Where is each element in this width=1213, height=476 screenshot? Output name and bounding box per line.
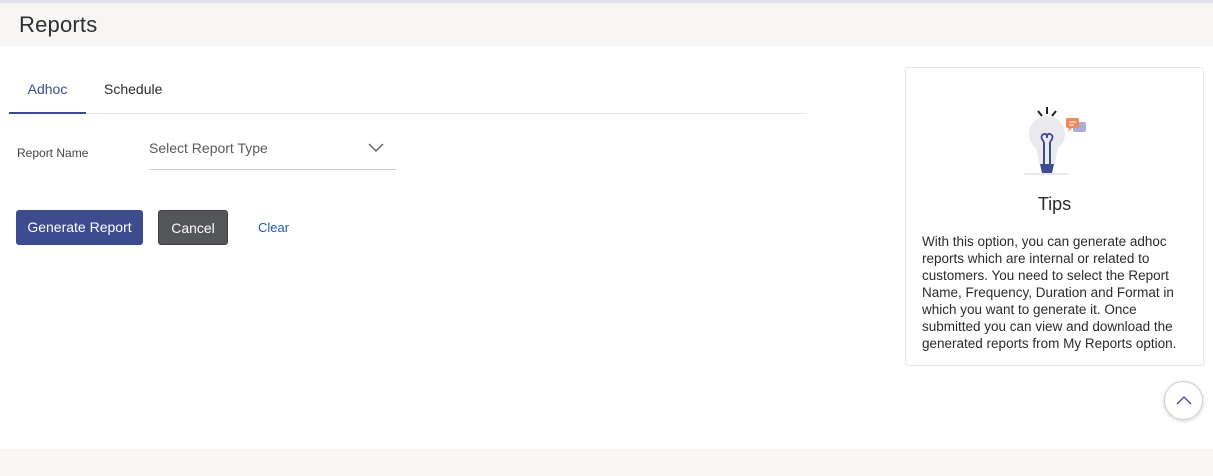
tips-card: Tips With this option, you can generate … bbox=[905, 67, 1204, 366]
tab-bar: Adhoc Schedule bbox=[9, 76, 806, 114]
tab-schedule[interactable]: Schedule bbox=[104, 76, 162, 114]
page-header: Reports bbox=[0, 3, 1213, 46]
page-footer bbox=[0, 449, 1213, 476]
scroll-to-top-button[interactable] bbox=[1164, 381, 1203, 420]
tab-adhoc[interactable]: Adhoc bbox=[9, 76, 86, 114]
generate-report-button[interactable]: Generate Report bbox=[16, 210, 143, 245]
report-type-select[interactable]: Select Report Type bbox=[149, 134, 396, 170]
report-type-placeholder: Select Report Type bbox=[149, 140, 268, 156]
clear-link[interactable]: Clear bbox=[258, 220, 289, 235]
page-title: Reports bbox=[19, 12, 98, 37]
chevron-down-icon bbox=[368, 143, 384, 152]
main-content: Adhoc Schedule Report Name Select Report… bbox=[0, 46, 1213, 449]
report-name-label: Report Name bbox=[17, 146, 89, 160]
chevron-up-icon bbox=[1176, 396, 1192, 405]
lightbulb-icon bbox=[1025, 107, 1086, 175]
tips-text: With this option, you can generate adhoc… bbox=[922, 234, 1177, 351]
cancel-button[interactable]: Cancel bbox=[158, 210, 228, 245]
tips-title: Tips bbox=[1037, 194, 1072, 214]
